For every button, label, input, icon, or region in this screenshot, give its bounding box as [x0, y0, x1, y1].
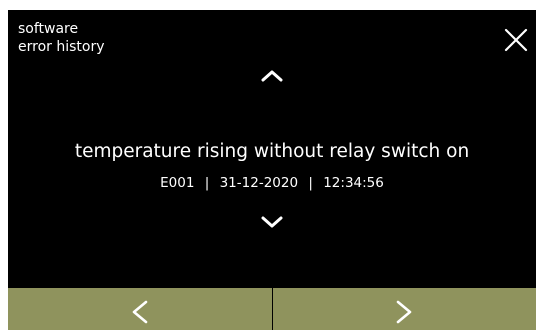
page-title: software error history — [18, 20, 105, 56]
chevron-down-icon — [261, 216, 283, 228]
bottom-navigation-bar — [8, 288, 536, 330]
close-icon — [504, 28, 528, 52]
page-title-line-2: error history — [18, 39, 105, 55]
chevron-up-icon — [261, 70, 283, 82]
error-date: 31-12-2020 — [219, 175, 299, 191]
next-button[interactable] — [273, 288, 537, 330]
page-title-line-1: software — [18, 21, 79, 37]
close-button[interactable] — [502, 26, 530, 54]
separator: | — [204, 175, 210, 191]
error-code: E001 — [160, 175, 195, 191]
separator: | — [308, 175, 313, 191]
chevron-left-icon — [132, 300, 148, 324]
error-details: E001 | 31-12-2020 | 12:34:56 — [8, 174, 536, 192]
chevron-right-icon — [396, 300, 412, 324]
previous-button[interactable] — [8, 288, 272, 330]
error-description: temperature rising without relay switch … — [74, 141, 470, 162]
error-time: 12:34:56 — [323, 175, 384, 191]
scroll-up-button[interactable] — [257, 66, 287, 86]
scroll-down-button[interactable] — [257, 212, 287, 232]
device-screen: software error history temperature risin… — [8, 10, 536, 330]
